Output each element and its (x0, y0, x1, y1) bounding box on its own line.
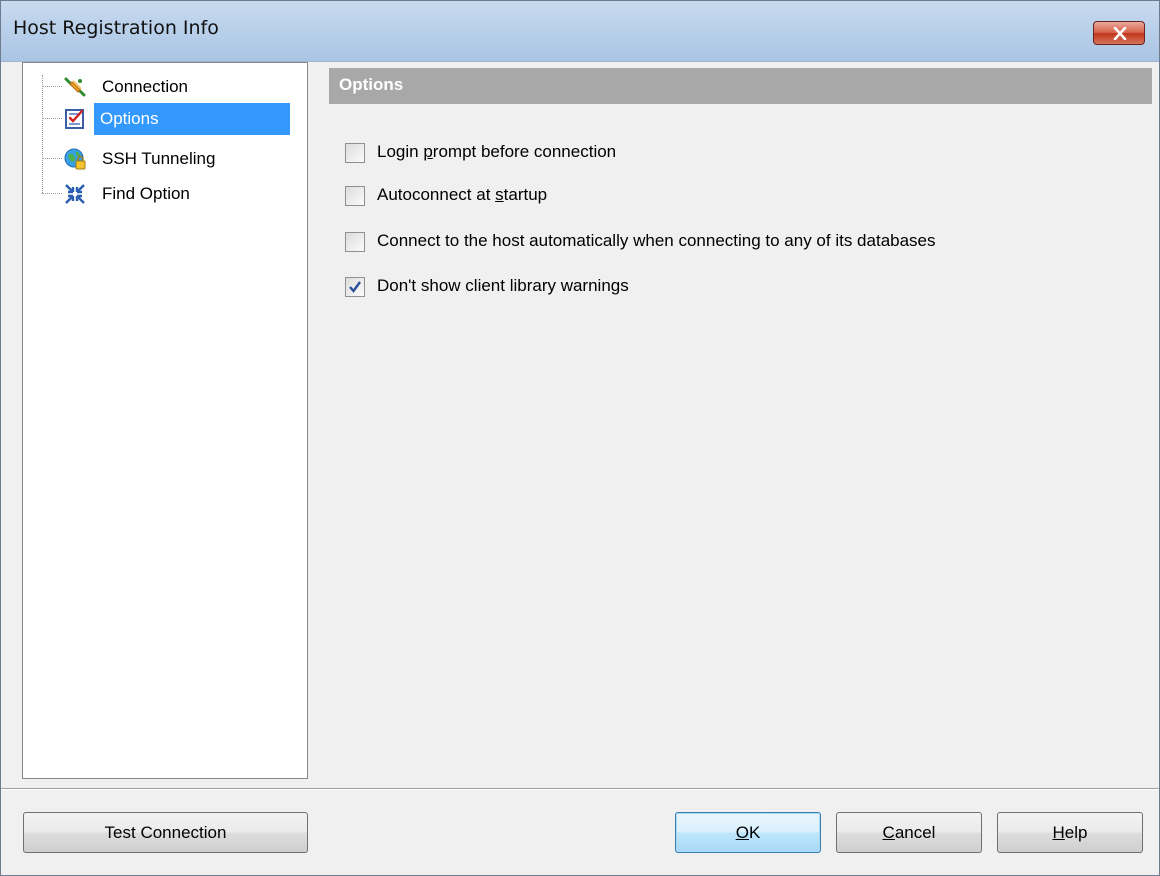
checkmark-icon (349, 281, 361, 293)
label-text: Don't show client library warnings (377, 276, 629, 295)
title-bar[interactable]: Host Registration Info (1, 1, 1159, 62)
tree-item-label: Find Option (102, 184, 190, 203)
accel-key: O (735, 823, 749, 842)
globe-lock-icon (64, 148, 86, 170)
tree-item-label: SSH Tunneling (102, 149, 216, 168)
tree-item-ssh-tunneling[interactable]: SSH Tunneling (42, 143, 304, 175)
label-text: Connect to the host automatically when c… (377, 231, 936, 250)
footer-separator (1, 788, 1159, 790)
close-button[interactable] (1093, 21, 1145, 45)
test-connection-button[interactable]: Test Connection (23, 812, 308, 853)
option-label: Don't show client library warnings (377, 276, 629, 296)
accel-key: H (1052, 823, 1065, 842)
tree-item-options[interactable]: Options (42, 103, 304, 135)
label-text: Autoconnect at (377, 185, 496, 204)
accel-key: p (423, 142, 433, 161)
autoconnect-checkbox[interactable] (345, 186, 365, 206)
tree-branch-line (42, 193, 62, 194)
label-text: Login (377, 142, 424, 161)
button-label: Test Connection (104, 823, 227, 842)
tree-item-connection[interactable]: Connection (42, 71, 304, 103)
help-button[interactable]: Help (997, 812, 1143, 853)
button-label: ancel (894, 823, 936, 842)
accel-key: s (495, 185, 504, 204)
tree-item-label: Options (94, 103, 290, 135)
ok-button[interactable]: OK (675, 812, 821, 853)
tree-item-label: Connection (102, 77, 189, 96)
label-text: tartup (503, 185, 548, 204)
window-title: Host Registration Info (13, 17, 219, 39)
tree-branch-line (42, 86, 62, 87)
accel-key: C (882, 823, 895, 842)
checklist-icon (65, 109, 84, 129)
plug-icon (64, 77, 86, 97)
button-label: elp (1064, 823, 1088, 842)
option-label: Autoconnect at startup (377, 185, 547, 205)
panel-title: Options (339, 75, 404, 94)
label-text: rompt before connection (432, 142, 617, 161)
find-arrows-icon (65, 184, 85, 204)
button-label: K (748, 823, 761, 842)
tree-item-find-option[interactable]: Find Option (42, 178, 304, 210)
tree-branch-line (42, 158, 62, 159)
cancel-button[interactable]: Cancel (836, 812, 982, 853)
close-icon (1113, 27, 1127, 40)
options-tree[interactable]: Connection Options SSH Tunneling Find Op… (22, 62, 308, 779)
hide-client-warnings-checkbox[interactable] (345, 277, 365, 297)
dialog-window: Host Registration Info Connection Option… (0, 0, 1160, 876)
login-prompt-checkbox[interactable] (345, 143, 365, 163)
option-label: Login prompt before connection (377, 142, 616, 162)
connect-host-automatically-checkbox[interactable] (345, 232, 365, 252)
option-label: Connect to the host automatically when c… (377, 231, 936, 251)
panel-header: Options (329, 68, 1152, 104)
tree-branch-line (42, 118, 62, 119)
